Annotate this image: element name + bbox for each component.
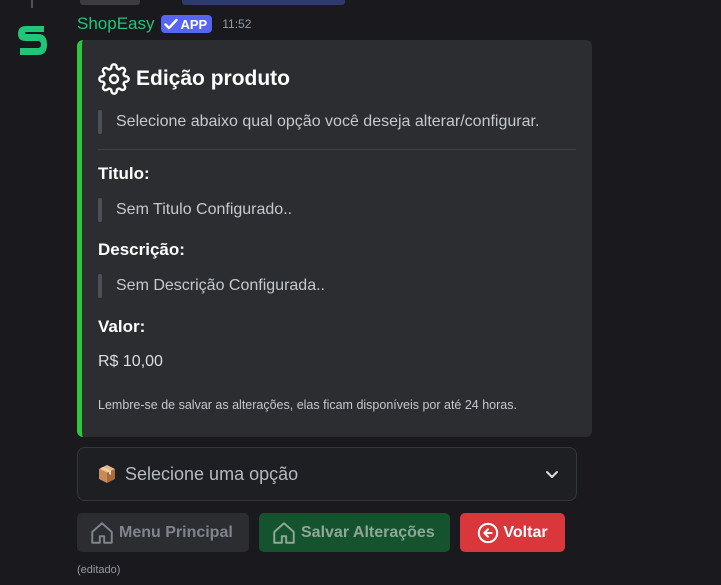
embed-footer: Lembre-se de salvar as alterações, elas … <box>98 398 517 412</box>
home-icon <box>273 521 295 544</box>
quote-bar <box>98 274 102 298</box>
quote-bar <box>98 110 102 134</box>
embed-card: Edição produto Selecione abaixo qual opç… <box>77 40 592 437</box>
field-description-value-text: Sem Descrição Configurada.. <box>116 277 325 294</box>
embed-description-text: Selecione abaixo qual opção você deseja … <box>116 113 540 130</box>
save-changes-button[interactable]: Salvar Alterações <box>259 513 450 552</box>
checkmark-icon <box>163 18 178 30</box>
menu-principal-label: Menu Principal <box>119 523 233 541</box>
reply-preview-content[interactable] <box>182 0 345 5</box>
embed-divider <box>98 149 576 150</box>
field-description-value: Sem Descrição Configurada.. <box>98 274 325 298</box>
message-header: ShopEasy APP 11:52 <box>77 12 251 36</box>
reply-connector <box>31 0 33 8</box>
username[interactable]: ShopEasy <box>77 14 155 34</box>
gear-icon <box>98 63 130 95</box>
edited-label: (editado) <box>77 564 121 576</box>
reply-preview-author[interactable] <box>80 0 140 5</box>
field-price-value: R$ 10,00 <box>98 353 163 370</box>
field-price-name: Valor: <box>98 317 146 336</box>
home-icon <box>91 521 113 544</box>
field-description-name: Descrição: <box>98 240 185 259</box>
menu-principal-button[interactable]: Menu Principal <box>77 513 249 552</box>
embed-description: Selecione abaixo qual opção você deseja … <box>98 110 539 134</box>
embed-title-text: Edição produto <box>136 67 290 90</box>
back-label: Voltar <box>503 523 548 541</box>
option-select[interactable]: Selecione uma opção <box>77 447 577 501</box>
timestamp[interactable]: 11:52 <box>222 17 251 31</box>
select-placeholder: Selecione uma opção <box>125 463 299 484</box>
embed-title: Edição produto <box>98 63 290 95</box>
field-title-name: Titulo: <box>98 164 150 183</box>
save-changes-label: Salvar Alterações <box>301 523 435 541</box>
avatar[interactable] <box>14 20 50 60</box>
field-title-value-text: Sem Titulo Configurado.. <box>116 201 293 218</box>
app-badge: APP <box>160 15 213 33</box>
quote-bar <box>98 198 102 222</box>
chevron-down-icon <box>546 471 558 478</box>
back-button[interactable]: Voltar <box>460 513 565 552</box>
field-title-value: Sem Titulo Configurado.. <box>98 198 292 222</box>
shopeasy-logo-icon <box>18 26 47 55</box>
arrow-left-circle-icon <box>478 522 499 543</box>
package-icon <box>99 465 115 483</box>
app-badge-label: APP <box>180 16 208 32</box>
